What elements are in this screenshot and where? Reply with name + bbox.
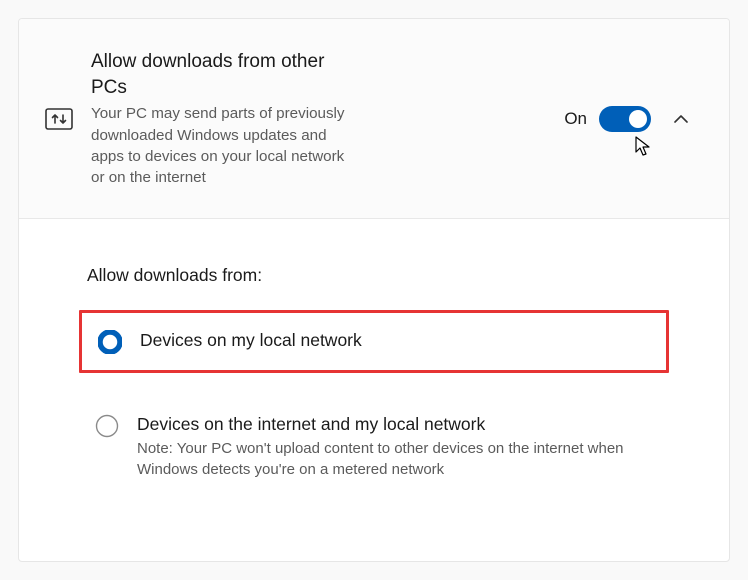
toggle-state-label: On [564,109,587,129]
radio-label: Devices on my local network [140,329,650,352]
setting-header[interactable]: Allow downloads from other PCs Your PC m… [19,19,729,219]
radio-selected-icon [98,330,122,354]
toggle-knob [629,110,647,128]
setting-body: Allow downloads from: Devices on my loca… [19,219,729,526]
radio-option-internet-and-local[interactable]: Devices on the internet and my local net… [79,397,669,496]
radio-text-block: Devices on the internet and my local net… [137,413,653,480]
settings-card: Allow downloads from other PCs Your PC m… [18,18,730,562]
radio-label: Devices on the internet and my local net… [137,413,653,436]
radio-unselected-icon [95,414,119,438]
radio-sublabel: Note: Your PC won't upload content to ot… [137,438,653,480]
header-text-block: Allow downloads from other PCs Your PC m… [91,49,351,188]
allow-downloads-toggle[interactable] [599,106,651,132]
section-title: Allow downloads from: [87,265,669,286]
setting-description: Your PC may send parts of previously dow… [91,103,351,188]
setting-title: Allow downloads from other PCs [91,49,351,100]
delivery-optimization-icon [45,105,73,133]
collapse-chevron[interactable] [663,101,699,137]
radio-text-block: Devices on my local network [140,329,650,352]
header-controls: On [564,101,699,137]
mouse-cursor-icon [635,136,653,158]
chevron-up-icon [674,114,688,123]
radio-option-local-network[interactable]: Devices on my local network [79,310,669,373]
